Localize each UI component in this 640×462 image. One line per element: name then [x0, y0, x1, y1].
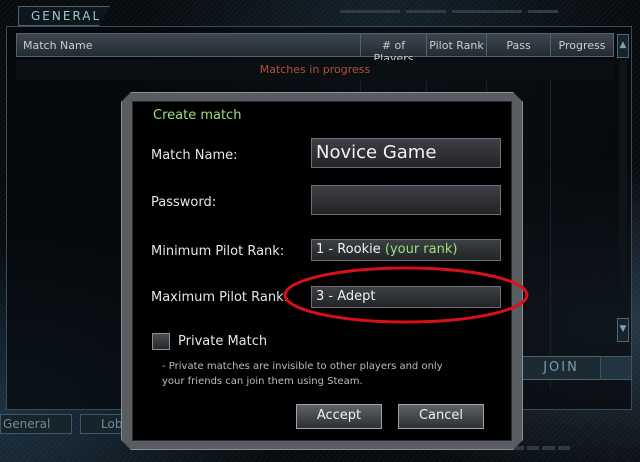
scroll-up-icon[interactable]: ▲	[617, 34, 629, 58]
join-button[interactable]: JOIN	[518, 356, 604, 380]
column-header-pilot-rank[interactable]: Pilot Rank	[427, 34, 487, 56]
max-rank-label: Maximum Pilot Rank:	[151, 290, 289, 305]
private-match-checkbox[interactable]	[152, 333, 170, 350]
scrollbar-track[interactable]	[619, 60, 627, 316]
column-divider	[550, 80, 551, 390]
match-table-header: Match Name # of Players Pilot Rank Pass …	[16, 33, 614, 65]
min-rank-select[interactable]: 1 - Rookie (your rank)	[311, 239, 501, 261]
column-header-players[interactable]: # of Players	[361, 34, 427, 65]
column-header-pass[interactable]: Pass	[487, 34, 551, 56]
dialog-title: Create match	[153, 108, 242, 123]
tab-lobby[interactable]: Lobb	[80, 414, 128, 434]
your-rank-note: (your rank)	[384, 242, 458, 257]
private-match-info: - Private matches are invisible to other…	[162, 361, 443, 387]
join-button-decoration	[600, 356, 632, 380]
password-input[interactable]	[311, 185, 501, 215]
private-match-label[interactable]: Private Match	[178, 334, 267, 349]
tab-general-top[interactable]: GENERAL	[18, 6, 110, 26]
cancel-button[interactable]: Cancel	[398, 404, 484, 429]
min-rank-value: 1 - Rookie	[316, 242, 381, 257]
accept-button[interactable]: Accept	[296, 404, 382, 429]
column-header-progress[interactable]: Progress	[551, 34, 613, 56]
tab-general[interactable]: General	[0, 414, 72, 434]
match-name-label: Match Name:	[151, 148, 238, 163]
max-rank-select[interactable]: 3 - Adept	[311, 286, 501, 308]
header-decoration	[340, 6, 580, 20]
match-name-input[interactable]: Novice Game	[311, 138, 501, 168]
matches-in-progress-label: Matches in progress	[16, 60, 614, 80]
password-label: Password:	[151, 195, 217, 210]
min-rank-label: Minimum Pilot Rank:	[151, 244, 285, 259]
scroll-down-icon[interactable]: ▼	[617, 318, 629, 342]
column-header-match-name[interactable]: Match Name	[17, 34, 361, 56]
